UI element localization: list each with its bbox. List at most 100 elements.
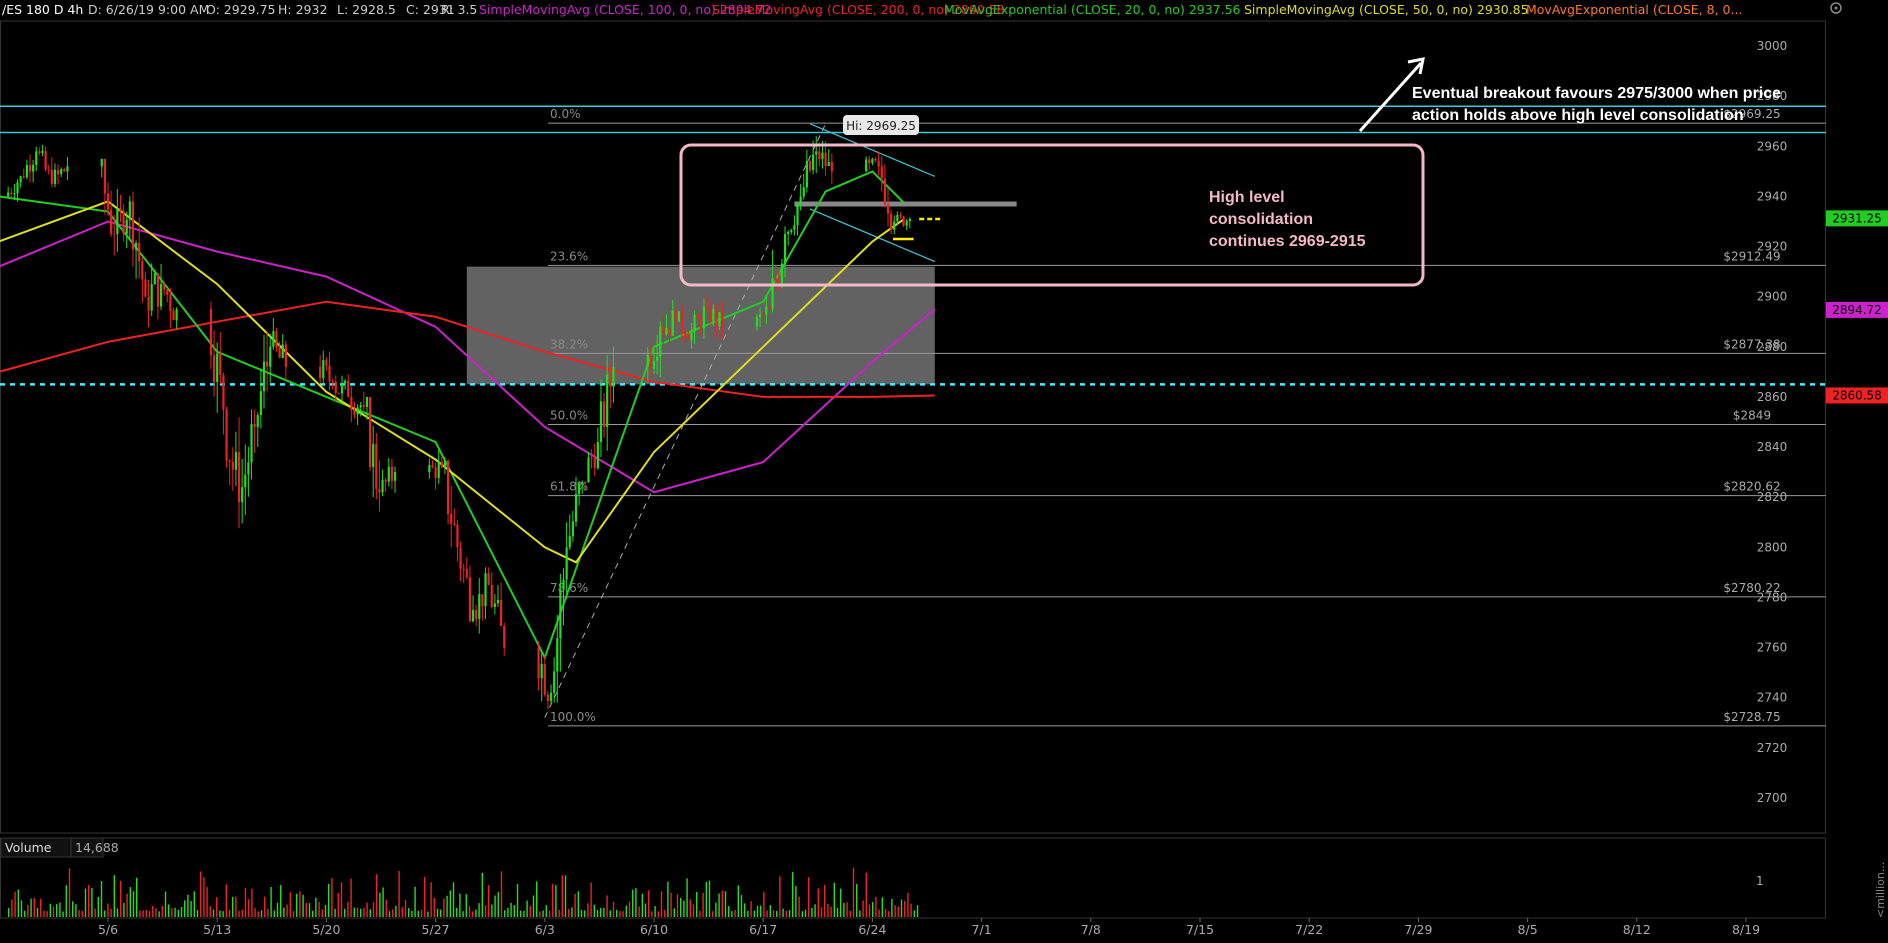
candle[interactable]	[53, 163, 57, 188]
candle[interactable]	[568, 514, 571, 550]
candle[interactable]	[262, 334, 266, 409]
candle[interactable]	[353, 401, 356, 419]
candle[interactable]	[159, 264, 163, 311]
candle[interactable]	[793, 215, 796, 236]
candle[interactable]	[134, 240, 138, 279]
candle[interactable]	[166, 288, 169, 303]
channel-bottom[interactable]	[809, 208, 936, 263]
candle[interactable]	[269, 334, 272, 383]
candle[interactable]	[899, 212, 902, 219]
candle[interactable]	[60, 167, 63, 178]
candle[interactable]	[100, 158, 103, 178]
candle[interactable]	[144, 271, 147, 298]
candle[interactable]	[830, 153, 833, 184]
candle[interactable]	[883, 164, 886, 208]
candle[interactable]	[450, 485, 453, 548]
candle[interactable]	[590, 449, 593, 469]
candle[interactable]	[596, 427, 599, 470]
candle[interactable]	[880, 156, 883, 192]
candle[interactable]	[578, 481, 581, 506]
candle[interactable]	[890, 209, 893, 235]
candle[interactable]	[225, 406, 228, 468]
candle[interactable]	[677, 311, 681, 323]
candle[interactable]	[122, 204, 125, 242]
candle[interactable]	[393, 466, 397, 493]
candle[interactable]	[478, 577, 481, 634]
candle[interactable]	[468, 565, 472, 623]
candle[interactable]	[347, 374, 350, 398]
candle[interactable]	[500, 582, 503, 627]
candle[interactable]	[50, 157, 53, 188]
candle[interactable]	[337, 392, 340, 395]
candle[interactable]	[462, 563, 465, 584]
candle[interactable]	[256, 412, 259, 448]
candle[interactable]	[390, 458, 394, 490]
candle[interactable]	[493, 594, 496, 615]
candle[interactable]	[228, 459, 231, 486]
study-label[interactable]: MovAvgExponential (CLOSE, 20, 0, no) 293…	[944, 2, 1241, 17]
candle[interactable]	[231, 447, 234, 491]
candle[interactable]	[128, 195, 131, 240]
candle[interactable]	[434, 462, 437, 490]
candle[interactable]	[56, 164, 60, 185]
candle[interactable]	[131, 191, 135, 267]
candle[interactable]	[259, 368, 262, 429]
candle[interactable]	[116, 188, 119, 252]
candle[interactable]	[790, 228, 793, 235]
candle[interactable]	[602, 392, 606, 438]
candle[interactable]	[234, 431, 238, 487]
candle[interactable]	[874, 157, 877, 162]
candle[interactable]	[272, 317, 275, 350]
candle[interactable]	[362, 391, 365, 413]
candle[interactable]	[387, 458, 390, 487]
candle[interactable]	[453, 508, 456, 527]
candle[interactable]	[543, 655, 546, 697]
candle[interactable]	[156, 272, 160, 320]
candle[interactable]	[222, 372, 225, 435]
candle[interactable]	[253, 409, 256, 453]
candle[interactable]	[7, 186, 10, 198]
candle[interactable]	[556, 614, 559, 703]
candle[interactable]	[325, 357, 328, 371]
candle[interactable]	[119, 194, 122, 223]
candle[interactable]	[244, 444, 247, 515]
candle[interactable]	[219, 332, 222, 384]
candle[interactable]	[150, 263, 153, 317]
candle[interactable]	[503, 622, 506, 656]
candle[interactable]	[865, 156, 868, 173]
candle[interactable]	[28, 154, 32, 183]
candle[interactable]	[868, 156, 871, 171]
candle[interactable]	[172, 307, 175, 321]
candle[interactable]	[815, 136, 818, 174]
candle[interactable]	[587, 451, 590, 483]
candle[interactable]	[796, 202, 799, 236]
candle[interactable]	[340, 375, 344, 403]
candle[interactable]	[490, 572, 493, 609]
candle[interactable]	[893, 215, 896, 235]
candle[interactable]	[250, 409, 253, 480]
candle[interactable]	[787, 230, 790, 246]
candle[interactable]	[378, 460, 381, 512]
candle[interactable]	[571, 510, 574, 542]
candle[interactable]	[599, 379, 603, 458]
candle[interactable]	[350, 386, 353, 422]
candle[interactable]	[459, 541, 462, 582]
candle[interactable]	[428, 458, 431, 479]
candle[interactable]	[212, 330, 216, 397]
symbol-label[interactable]: /ES 180 D 4h	[2, 2, 83, 17]
candle[interactable]	[241, 458, 244, 524]
candle[interactable]	[284, 340, 287, 381]
candle[interactable]	[546, 691, 550, 710]
candle[interactable]	[484, 567, 487, 619]
price-chart[interactable]: /ES 180 D 4h D: 6/26/19 9:00 AM O: 2929.…	[0, 0, 1888, 943]
candle[interactable]	[141, 257, 144, 303]
candle[interactable]	[368, 396, 372, 472]
candle[interactable]	[902, 215, 905, 227]
candle[interactable]	[456, 520, 459, 562]
candle[interactable]	[281, 334, 284, 359]
candle[interactable]	[319, 355, 322, 384]
candle[interactable]	[322, 350, 325, 385]
candle[interactable]	[471, 595, 475, 623]
candle[interactable]	[22, 168, 25, 180]
settings-icon[interactable]	[1830, 2, 1842, 14]
